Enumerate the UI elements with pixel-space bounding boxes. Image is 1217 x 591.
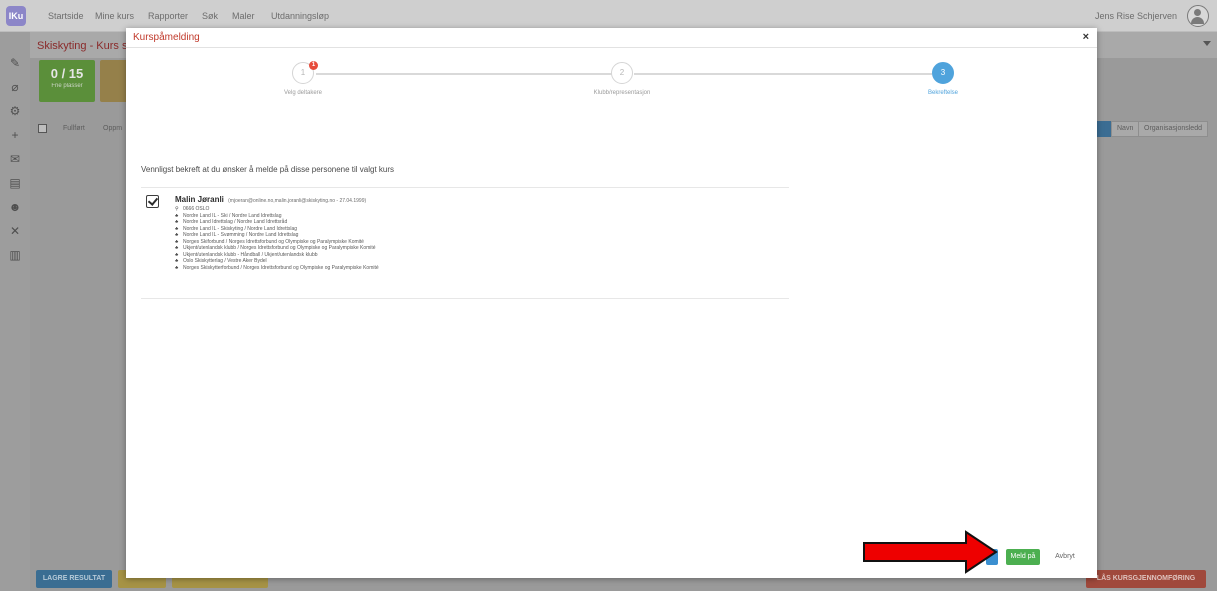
nav-maler[interactable]: Maler	[232, 11, 255, 21]
divider	[141, 298, 789, 299]
person-name-row: Malin Jøranli (mjoeran@online.no,malin.j…	[175, 195, 366, 204]
membership-item: ♣ Ukjent/utenlandsk klubb - Håndball / Uk…	[175, 251, 318, 258]
nav-sok[interactable]: Søk	[202, 11, 218, 21]
nav-rapporter[interactable]: Rapporter	[148, 11, 188, 21]
person-address-text: 0666 OSLO	[183, 206, 210, 212]
secondary-stat-tile	[100, 60, 128, 102]
mail-icon[interactable]: ✉	[8, 152, 22, 166]
org-tree-icon: ♣	[175, 225, 179, 232]
step-1-label[interactable]: Velg deltakere	[284, 90, 322, 96]
stepper-line	[634, 73, 932, 75]
membership-item: ♣ Nordre Land IL - Svømming / Nordre Land…	[175, 232, 299, 238]
org-tree-icon: ♣	[175, 264, 179, 271]
document-icon[interactable]: ▤	[8, 176, 22, 190]
register-button[interactable]: Meld på	[1006, 549, 1040, 565]
save-result-button[interactable]: LAGRE RESULTAT	[36, 570, 112, 588]
membership-item: ♣ Norges Skiskytterforbund / Norges Idret…	[175, 264, 379, 271]
free-seats-tile: 0 / 15 Frie plasser	[39, 60, 95, 102]
nav-utdanningslop[interactable]: Utdanningsløp	[271, 11, 329, 21]
nav-mine-kurs[interactable]: Mine kurs	[95, 11, 134, 21]
avatar[interactable]	[1187, 5, 1209, 27]
pencil-icon[interactable]: ✎	[8, 56, 22, 70]
trash-icon[interactable]: ▥	[8, 248, 22, 262]
select-all-checkbox[interactable]	[38, 124, 47, 133]
org-tree-icon: ♣	[175, 238, 179, 245]
gear-icon[interactable]: ⚙	[8, 104, 22, 118]
step-3-label[interactable]: Bekreftelse	[928, 90, 958, 96]
free-seats-value: 0 / 15	[50, 66, 84, 81]
plus-icon[interactable]: +	[8, 128, 22, 142]
person-checkbox[interactable]	[146, 195, 159, 208]
sort-organisasjonsledd-button[interactable]: Organisasjonsledd	[1138, 121, 1208, 137]
membership-item: ♣ Oslo Skiskytterlag / Vestre Aker Bydel	[175, 258, 267, 264]
step-2-circle[interactable]: 2	[611, 62, 633, 84]
close-icon[interactable]: ×	[1083, 31, 1089, 43]
person-contact-meta: (mjoeran@online.no,malin.joranli@skiskyt…	[228, 198, 367, 204]
org-tree-icon: ♣	[175, 251, 179, 258]
paperclip-icon[interactable]: ⌀	[8, 80, 22, 94]
membership-item: ♣ Ukjent/utenlandsk klubb / Norges Idrett…	[175, 245, 376, 251]
shuffle-icon[interactable]: ✕	[8, 224, 22, 238]
step-1-badge: 1	[309, 61, 318, 70]
membership-item: ♣ Nordre Land IL - Skiskyting / Nordre La…	[175, 225, 298, 232]
org-tree-icon: ♣	[175, 258, 179, 264]
nav-startside[interactable]: Startside	[48, 11, 84, 21]
org-tree-icon: ♣	[175, 219, 179, 225]
person-name: Malin Jøranli	[175, 195, 224, 204]
filter-oppmott[interactable]: Oppm	[103, 125, 122, 132]
filter-fullfort[interactable]: Fullført	[63, 125, 85, 132]
group-icon[interactable]: ☻	[8, 200, 22, 214]
app-logo[interactable]: IKu	[6, 6, 26, 26]
org-tree-icon: ♣	[175, 245, 179, 251]
membership-item: ♣ Nordre Land IL - Ski / Nordre Land Idre…	[175, 212, 282, 219]
sort-active-button[interactable]	[1097, 121, 1111, 137]
step-2-label[interactable]: Klubb/representasjon	[594, 90, 651, 96]
chevron-down-icon[interactable]	[1203, 41, 1211, 46]
divider	[141, 187, 789, 188]
free-seats-label: Frie plasser	[51, 83, 83, 89]
location-pin-icon: ⚲	[175, 206, 179, 212]
user-name[interactable]: Jens Rise Schjerven	[1095, 11, 1177, 21]
membership-item: ♣ Nordre Land Idrettslag / Nordre Land Id…	[175, 219, 288, 225]
modal-header: Kurspåmelding ×	[126, 28, 1097, 48]
confirm-instruction: Vennligst bekreft at du ønsker å melde p…	[141, 165, 395, 174]
cancel-button[interactable]: Avbryt	[1050, 549, 1080, 565]
org-tree-icon: ♣	[175, 212, 179, 219]
modal-title: Kurspåmelding	[133, 32, 200, 43]
sort-navn-button[interactable]: Navn	[1111, 121, 1140, 137]
red-arrow-annotation	[863, 530, 998, 574]
org-tree-icon: ♣	[175, 232, 179, 238]
sidebar: ✎ ⌀ ⚙ + ✉ ▤ ☻ ✕ ▥	[0, 32, 30, 591]
person-address: ⚲ 0666 OSLO	[175, 206, 209, 212]
stepper-line	[316, 73, 614, 75]
step-3-circle[interactable]: 3	[932, 62, 954, 84]
membership-item: ♣ Norges Skiforbund / Norges Idrettsforbu…	[175, 238, 364, 245]
lock-course-button[interactable]: LÅS KURSGJENNOMFØRING	[1086, 570, 1206, 588]
course-registration-modal: Kurspåmelding × 1 1 Velg deltakere 2 Klu…	[126, 28, 1097, 578]
